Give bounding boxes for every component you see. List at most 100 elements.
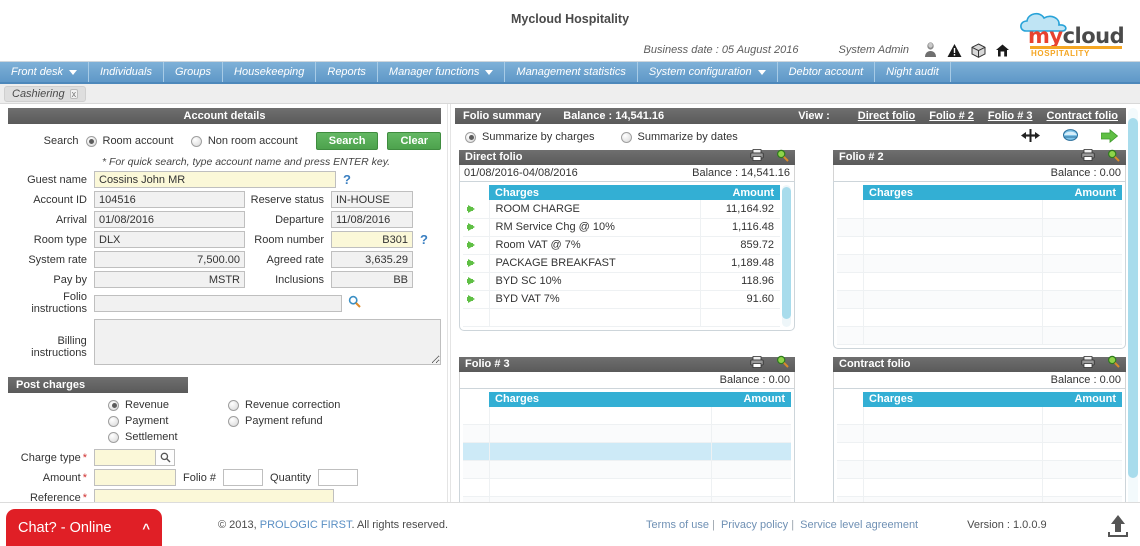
table-row-empty[interactable]	[837, 478, 1122, 497]
zoom-icon[interactable]	[776, 149, 789, 167]
arrival-input[interactable]	[94, 211, 245, 228]
radio-payment-refund[interactable]: Payment refund	[228, 415, 388, 427]
row-arrow-cell[interactable]	[463, 290, 490, 309]
view-link-direct-folio[interactable]: Direct folio	[858, 108, 915, 124]
table-row-empty[interactable]	[463, 308, 780, 327]
nav-item-reports[interactable]: Reports	[316, 62, 378, 82]
chat-button[interactable]: Chat? - Online ^	[6, 509, 162, 546]
radio-payment[interactable]: Payment	[108, 415, 228, 427]
view-link-folio-2[interactable]: Folio # 2	[929, 108, 974, 124]
go-arrow-icon[interactable]	[467, 295, 475, 303]
table-row-empty[interactable]	[837, 254, 1122, 273]
scroll-to-top-button[interactable]	[1104, 511, 1132, 539]
alert-icon[interactable]	[947, 43, 962, 58]
clear-button[interactable]: Clear	[387, 132, 441, 150]
nav-item-system-configuration[interactable]: System configuration	[638, 62, 778, 82]
table-row-selected[interactable]	[463, 442, 791, 461]
zoom-icon[interactable]	[776, 355, 789, 373]
service-level-agreement-link[interactable]: Service level agreement	[800, 519, 918, 531]
billing-instructions-textarea[interactable]	[93, 319, 441, 365]
go-arrow-icon[interactable]	[467, 204, 475, 213]
table-row-empty[interactable]	[837, 326, 1122, 345]
radio-summarize-by-charges[interactable]: Summarize by charges	[465, 131, 595, 143]
row-arrow-cell[interactable]	[463, 272, 490, 291]
table-row[interactable]: RM Service Chg @ 10% 1,116.48	[463, 218, 780, 237]
nav-item-groups[interactable]: Groups	[164, 62, 224, 82]
inclusions-input[interactable]	[331, 271, 413, 288]
table-row-empty[interactable]	[837, 406, 1122, 425]
go-arrow-icon[interactable]	[467, 259, 475, 267]
print-preview-icon[interactable]	[1062, 128, 1079, 146]
home-icon[interactable]	[995, 43, 1010, 58]
nav-item-manager-functions[interactable]: Manager functions	[378, 62, 506, 82]
table-row-empty[interactable]	[837, 236, 1122, 255]
zoom-icon[interactable]	[1107, 355, 1120, 373]
table-row-empty[interactable]	[837, 460, 1122, 479]
print-icon[interactable]	[1081, 149, 1095, 166]
radio-non-room-account[interactable]: Non room account	[190, 135, 316, 147]
company-link[interactable]: PROLOGIC FIRST	[260, 519, 352, 531]
amount-input[interactable]	[94, 469, 176, 486]
table-row[interactable]: BYD SC 10% 118.96	[463, 272, 780, 291]
search-button[interactable]: Search	[315, 132, 379, 150]
go-arrow-icon[interactable]	[467, 223, 475, 231]
page-scrollbar[interactable]	[1128, 108, 1138, 512]
go-arrow-icon[interactable]	[467, 277, 475, 285]
table-row-empty[interactable]	[837, 218, 1122, 237]
table-row-empty[interactable]	[837, 308, 1122, 327]
view-link-folio-3[interactable]: Folio # 3	[988, 108, 1033, 124]
go-arrow-icon[interactable]	[467, 241, 475, 249]
table-row[interactable]: ROOM CHARGE 11,164.92	[463, 200, 780, 219]
go-arrow-icon[interactable]	[1100, 128, 1119, 146]
table-row-empty[interactable]	[463, 406, 791, 425]
radio-summarize-by-dates[interactable]: Summarize by dates	[620, 131, 738, 143]
table-row-empty[interactable]	[837, 200, 1122, 219]
agreed-rate-input[interactable]	[331, 251, 413, 268]
package-icon[interactable]	[971, 42, 986, 58]
table-row-empty[interactable]	[837, 442, 1122, 461]
table-row-empty[interactable]	[463, 478, 791, 497]
search-icon[interactable]	[348, 295, 361, 311]
nav-item-housekeeping[interactable]: Housekeeping	[223, 62, 317, 82]
print-icon[interactable]	[750, 149, 764, 166]
radio-settlement[interactable]: Settlement	[108, 431, 228, 443]
system-rate-input[interactable]	[94, 251, 245, 268]
resize-icon[interactable]	[1021, 129, 1040, 145]
table-row[interactable]: Room VAT @ 7% 859.72	[463, 236, 780, 255]
table-row[interactable]: BYD VAT 7% 91.60	[463, 290, 780, 309]
table-row[interactable]: PACKAGE BREAKFAST 1,189.48	[463, 254, 780, 273]
charge-type-input[interactable]	[94, 449, 156, 466]
print-icon[interactable]	[750, 355, 764, 373]
table-row-empty[interactable]	[463, 424, 791, 443]
row-arrow-cell[interactable]	[463, 236, 490, 255]
table-row-empty[interactable]	[837, 290, 1122, 309]
quantity-input[interactable]	[318, 469, 358, 486]
pay-by-input[interactable]	[94, 271, 245, 288]
zoom-icon[interactable]	[1107, 149, 1120, 167]
radio-room-account[interactable]: Room account	[85, 135, 191, 147]
guest-name-input[interactable]	[94, 171, 336, 188]
folio-table-scrollbar[interactable]	[782, 185, 791, 327]
view-link-contract-folio[interactable]: Contract folio	[1047, 108, 1119, 124]
table-row-empty[interactable]	[837, 272, 1122, 291]
table-row-empty[interactable]	[837, 424, 1122, 443]
room-number-input[interactable]	[331, 231, 413, 248]
privacy-policy-link[interactable]: Privacy policy	[721, 519, 788, 531]
user-icon[interactable]	[923, 42, 938, 58]
print-icon[interactable]	[1081, 355, 1095, 373]
tab-cashiering[interactable]: Cashiering x	[4, 85, 87, 102]
account-id-input[interactable]	[94, 191, 245, 208]
radio-revenue-correction[interactable]: Revenue correction	[228, 399, 388, 411]
nav-item-night-audit[interactable]: Night audit	[875, 62, 951, 82]
search-icon[interactable]	[156, 449, 175, 466]
nav-item-debtor-account[interactable]: Debtor account	[778, 62, 876, 82]
radio-revenue[interactable]: Revenue	[108, 399, 228, 411]
departure-input[interactable]	[331, 211, 413, 228]
row-arrow-cell[interactable]	[463, 200, 490, 219]
help-icon[interactable]: ?	[343, 172, 351, 187]
nav-item-individuals[interactable]: Individuals	[89, 62, 164, 82]
row-arrow-cell[interactable]	[463, 254, 490, 273]
nav-item-management-statistics[interactable]: Management statistics	[505, 62, 638, 82]
close-icon[interactable]: x	[69, 88, 79, 99]
room-type-input[interactable]	[94, 231, 245, 248]
